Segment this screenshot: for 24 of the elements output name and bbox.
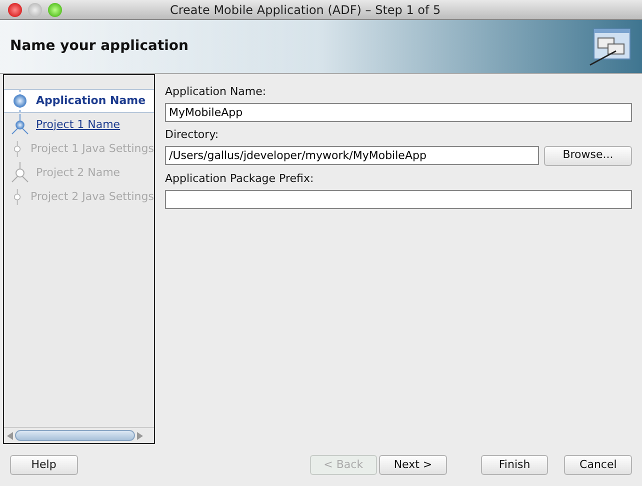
field-label: Directory: <box>165 127 220 143</box>
step-node-icon <box>10 162 30 184</box>
text-field[interactable]: MyMobileApp <box>165 102 632 122</box>
window-title: Create Mobile Application (ADF) – Step 1 of 5 <box>170 2 441 18</box>
browse-button[interactable]: Browse... <box>544 146 632 166</box>
dialog-button[interactable]: Finish <box>480 455 548 475</box>
step-node-icon <box>10 114 30 136</box>
zoom-icon[interactable] <box>48 2 62 16</box>
text-field[interactable]: /Users/gallus/jdeveloper/mywork/MyMobileApp <box>165 146 538 165</box>
field-label: Application Package Prefix: <box>165 171 315 187</box>
scroll-right-icon[interactable] <box>137 432 143 440</box>
windows-icon <box>588 26 632 66</box>
dialog-button[interactable]: Help <box>10 455 78 475</box>
text-field[interactable] <box>165 190 632 208</box>
wizard-step[interactable]: Project 1 Name <box>4 113 154 137</box>
dialog-button[interactable]: Next > <box>379 455 447 475</box>
horizontal-scrollbar[interactable] <box>4 427 154 443</box>
page-heading: Name your application <box>10 37 189 56</box>
minimize-icon[interactable] <box>28 2 42 16</box>
dialog-button[interactable]: Cancel <box>564 455 632 475</box>
field-label: Application Name: <box>165 84 268 100</box>
close-icon[interactable] <box>8 2 22 16</box>
scroll-left-icon[interactable] <box>7 432 13 440</box>
wizard-step[interactable]: Application Name <box>4 89 154 113</box>
